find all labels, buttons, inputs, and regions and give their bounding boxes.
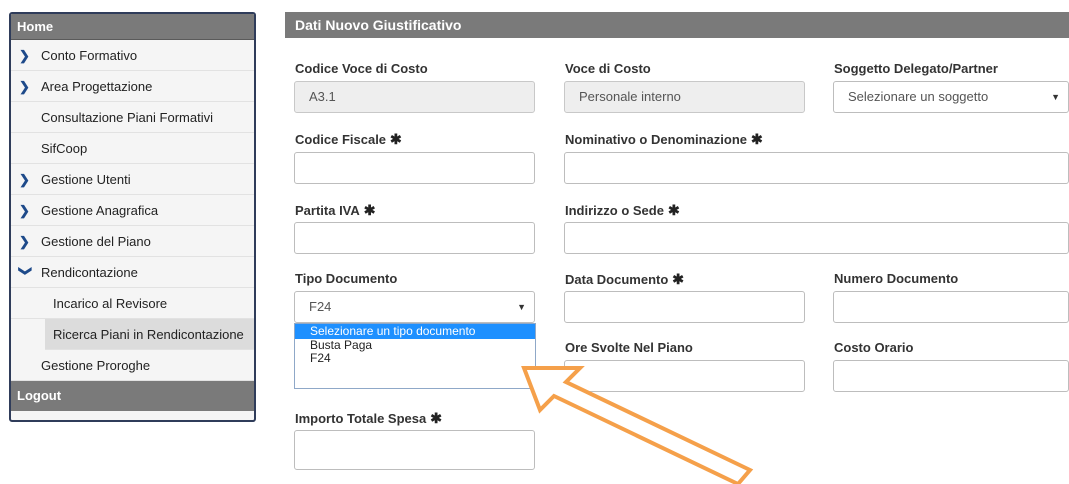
importo-totale-input[interactable] xyxy=(294,430,535,470)
required-asterisk-icon: ✱ xyxy=(430,410,442,426)
sidebar-item-gestione-anagrafica[interactable]: ❯ Gestione Anagrafica xyxy=(11,195,254,226)
required-asterisk-icon: ✱ xyxy=(390,131,402,147)
dropdown-option[interactable]: F24 xyxy=(295,352,535,365)
chevron-right-icon: ❯ xyxy=(19,171,30,187)
label-text: Importo Totale Spesa xyxy=(295,411,427,426)
chevron-down-icon: ▼ xyxy=(1051,92,1060,102)
logout-link[interactable]: Logout xyxy=(11,381,254,411)
label-text: Voce di Costo xyxy=(565,61,651,76)
chevron-down-icon: ❯ xyxy=(18,265,34,276)
indirizzo-label: Indirizzo o Sede ✱ xyxy=(565,202,680,219)
sidebar-item-sifcoop[interactable]: SifCoop xyxy=(11,133,254,164)
label-text: Data Documento xyxy=(565,272,669,287)
codice-voce-field: A3.1 xyxy=(294,81,535,113)
costo-orario-input[interactable] xyxy=(833,360,1069,392)
sidebar-item-consultazione-piani[interactable]: Consultazione Piani Formativi xyxy=(11,102,254,133)
codice-voce-label: Codice Voce di Costo xyxy=(295,61,428,76)
label-text: Numero Documento xyxy=(834,271,959,286)
panel-title: Dati Nuovo Giustificativo xyxy=(285,12,1069,38)
label-text: Soggetto Delegato/Partner xyxy=(834,61,998,76)
indirizzo-input[interactable] xyxy=(564,222,1069,254)
data-documento-input[interactable] xyxy=(564,291,805,323)
tipo-documento-select-value: F24 xyxy=(309,299,332,314)
tipo-documento-label: Tipo Documento xyxy=(295,271,397,286)
chevron-right-icon: ❯ xyxy=(19,233,30,249)
sidebar-item-ricerca-piani[interactable]: Ricerca Piani in Rendicontazione xyxy=(45,319,254,350)
soggetto-select-value: Selezionare un soggetto xyxy=(848,89,989,104)
label-text: Codice Fiscale xyxy=(295,132,387,147)
codice-fiscale-label: Codice Fiscale ✱ xyxy=(295,131,402,148)
label-text: Tipo Documento xyxy=(295,271,398,286)
required-asterisk-icon: ✱ xyxy=(672,271,685,287)
sidebar-item-label: Gestione Utenti xyxy=(41,171,131,187)
sidebar-item-label: Rendicontazione xyxy=(41,264,138,280)
sidebar-item-conto-formativo[interactable]: ❯ Conto Formativo xyxy=(11,40,254,71)
label-text: Ore Svolte Nel Piano xyxy=(565,340,693,355)
tipo-documento-dropdown: Selezionare un tipo documento Busta Paga… xyxy=(294,323,536,389)
sidebar-item-label: SifCoop xyxy=(41,140,88,156)
dropdown-option[interactable]: Selezionare un tipo documento xyxy=(295,324,535,339)
tipo-documento-select[interactable]: F24 ▼ xyxy=(294,291,535,323)
sidebar-item-label: Area Progettazione xyxy=(41,78,153,94)
label-text: Indirizzo o Sede xyxy=(565,203,664,218)
sidebar-item-label: Conto Formativo xyxy=(41,47,138,63)
nominativo-label: Nominativo o Denominazione ✱ xyxy=(565,131,763,148)
label-text: Costo Orario xyxy=(834,340,914,355)
ore-svolte-label: Ore Svolte Nel Piano xyxy=(565,340,693,355)
partita-iva-input[interactable] xyxy=(294,222,535,254)
sidebar-item-gestione-proroghe[interactable]: Gestione Proroghe xyxy=(11,350,254,381)
sidebar-item-incarico-revisore[interactable]: Incarico al Revisore xyxy=(11,288,254,319)
sidebar-item-label: Incarico al Revisore xyxy=(53,295,168,311)
importo-totale-label: Importo Totale Spesa ✱ xyxy=(295,410,442,427)
label-text: Codice Voce di Costo xyxy=(295,61,428,76)
voce-costo-label: Voce di Costo xyxy=(565,61,651,76)
label-text: Partita IVA xyxy=(295,203,360,218)
ore-svolte-input[interactable] xyxy=(564,360,805,392)
soggetto-select[interactable]: Selezionare un soggetto ▼ xyxy=(833,81,1069,113)
chevron-right-icon: ❯ xyxy=(19,47,30,63)
nominativo-input[interactable] xyxy=(564,152,1069,184)
numero-documento-input[interactable] xyxy=(833,291,1069,323)
sidebar-item-label: Gestione Proroghe xyxy=(41,357,151,373)
sidebar-item-gestione-piano[interactable]: ❯ Gestione del Piano xyxy=(11,226,254,257)
codice-fiscale-input[interactable] xyxy=(294,152,535,184)
chevron-right-icon: ❯ xyxy=(19,202,30,218)
partita-iva-label: Partita IVA ✱ xyxy=(295,202,376,219)
required-asterisk-icon: ✱ xyxy=(363,202,376,218)
sidebar-item-label: Consultazione Piani Formativi xyxy=(41,109,213,125)
costo-orario-label: Costo Orario xyxy=(834,340,913,355)
sidebar-item-label: Ricerca Piani in Rendicontazione xyxy=(53,326,244,342)
dropdown-option[interactable]: Busta Paga xyxy=(295,339,535,352)
required-asterisk-icon: ✱ xyxy=(667,202,680,218)
sidebar-item-label: Gestione Anagrafica xyxy=(41,202,159,218)
required-asterisk-icon: ✱ xyxy=(751,131,763,147)
voce-costo-field: Personale interno xyxy=(564,81,805,113)
sidebar-home[interactable]: Home xyxy=(11,14,254,40)
sidebar-item-gestione-utenti[interactable]: ❯ Gestione Utenti xyxy=(11,164,254,195)
sidebar-item-label: Gestione del Piano xyxy=(41,233,151,249)
sidebar-nav: Home ❯ Conto Formativo ❯ Area Progettazi… xyxy=(9,12,256,422)
data-documento-label: Data Documento ✱ xyxy=(565,271,684,288)
chevron-down-icon: ▼ xyxy=(517,302,526,312)
label-text: Nominativo o Denominazione xyxy=(565,132,748,147)
sidebar-item-rendicontazione[interactable]: ❯ Rendicontazione xyxy=(11,257,254,288)
numero-documento-label: Numero Documento xyxy=(834,271,958,286)
sidebar-item-area-progettazione[interactable]: ❯ Area Progettazione xyxy=(11,71,254,102)
chevron-right-icon: ❯ xyxy=(19,78,30,94)
soggetto-label: Soggetto Delegato/Partner xyxy=(834,61,998,76)
